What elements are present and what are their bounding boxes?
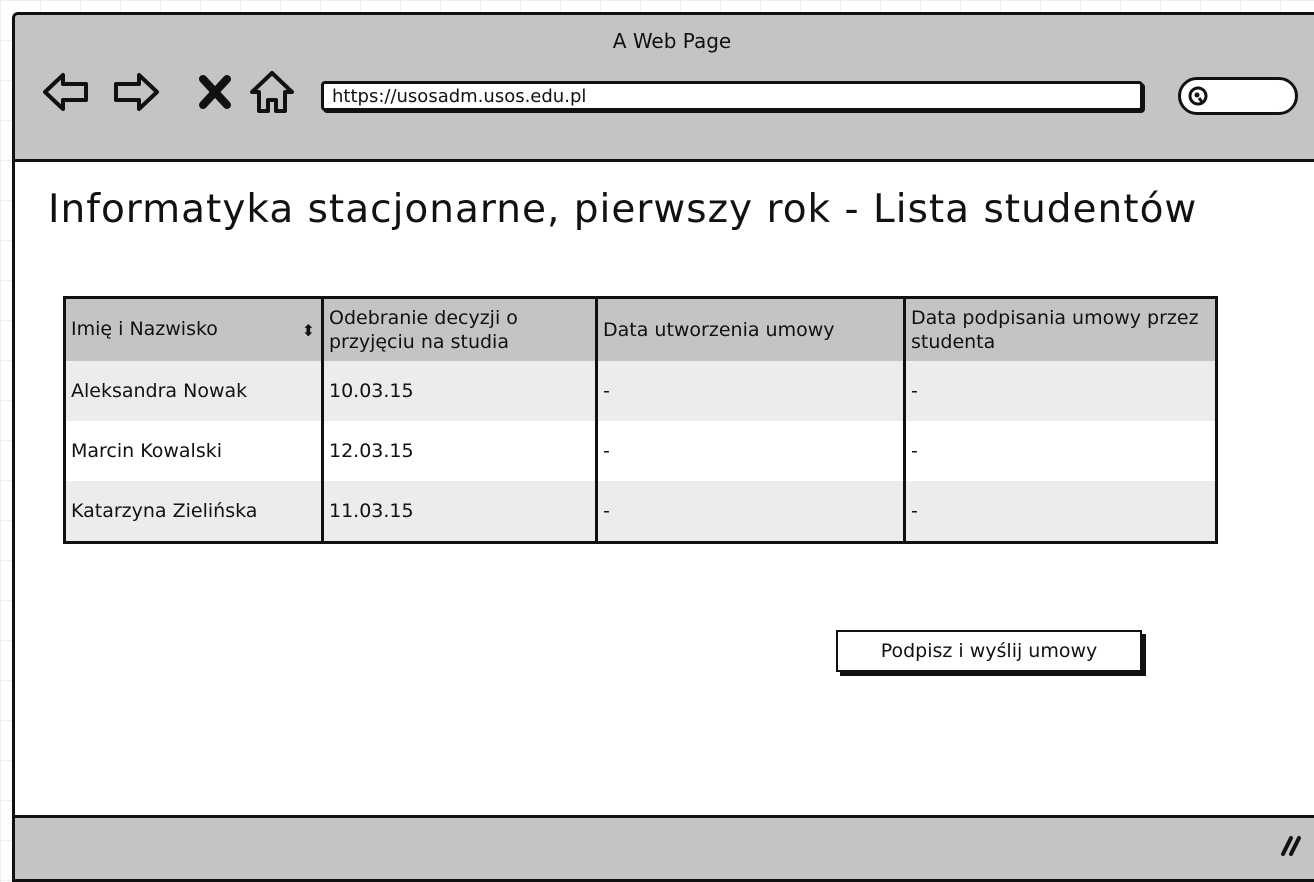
- decision-date-cell: 11.03.15: [321, 481, 598, 543]
- column-header-created: Data utworzenia umowy: [595, 297, 906, 361]
- signed-date-cell: -: [903, 421, 1218, 481]
- table-header-row: Imię i Nazwisko ⬍ Odebranie decyzji o pr…: [63, 297, 1218, 361]
- search-icon: [1188, 86, 1208, 106]
- students-table: Imię i Nazwisko ⬍ Odebranie decyzji o pr…: [63, 296, 1218, 544]
- table-row[interactable]: Aleksandra Nowak 10.03.15 - -: [63, 361, 1218, 421]
- created-date-cell: -: [595, 361, 906, 421]
- sort-icon[interactable]: ⬍: [302, 319, 315, 343]
- signed-date-cell: -: [903, 361, 1218, 421]
- window-title: A Web Page: [612, 29, 732, 53]
- decision-date-cell: 10.03.15: [321, 361, 598, 421]
- student-name-cell: Marcin Kowalski: [63, 421, 324, 481]
- table-row[interactable]: Marcin Kowalski 12.03.15 - -: [63, 421, 1218, 481]
- student-name-cell: Aleksandra Nowak: [63, 361, 324, 421]
- signed-date-cell: -: [903, 481, 1218, 543]
- created-date-cell: -: [595, 421, 906, 481]
- browser-toolbar: A Web Page: [15, 15, 1314, 162]
- status-bar: [15, 815, 1314, 879]
- column-header-decision: Odebranie decyzji o przyjęciu na studia: [321, 297, 598, 361]
- table-row[interactable]: Katarzyna Zielińska 11.03.15 - -: [63, 481, 1218, 543]
- home-icon[interactable]: [247, 67, 297, 117]
- column-header-label: Imię i Nazwisko: [71, 318, 218, 340]
- page-title: Informatyka stacjonarne, pierwszy rok - …: [48, 187, 1198, 232]
- column-header-signed: Data podpisania umowy przez studenta: [903, 297, 1218, 361]
- student-name-cell: Katarzyna Zielińska: [63, 481, 324, 543]
- close-icon[interactable]: [191, 67, 241, 117]
- arrow-left-icon[interactable]: [41, 67, 91, 117]
- resize-grip-icon[interactable]: [1277, 834, 1303, 856]
- sign-and-send-button[interactable]: Podpisz i wyślij umowy: [836, 630, 1142, 672]
- browser-window: A Web Page Informatyka stacjonarne, pier…: [12, 12, 1314, 882]
- column-header-name[interactable]: Imię i Nazwisko ⬍: [63, 297, 324, 361]
- search-box[interactable]: [1178, 77, 1298, 115]
- decision-date-cell: 12.03.15: [321, 421, 598, 481]
- arrow-right-icon[interactable]: [111, 67, 161, 117]
- url-input[interactable]: [321, 81, 1143, 111]
- created-date-cell: -: [595, 481, 906, 543]
